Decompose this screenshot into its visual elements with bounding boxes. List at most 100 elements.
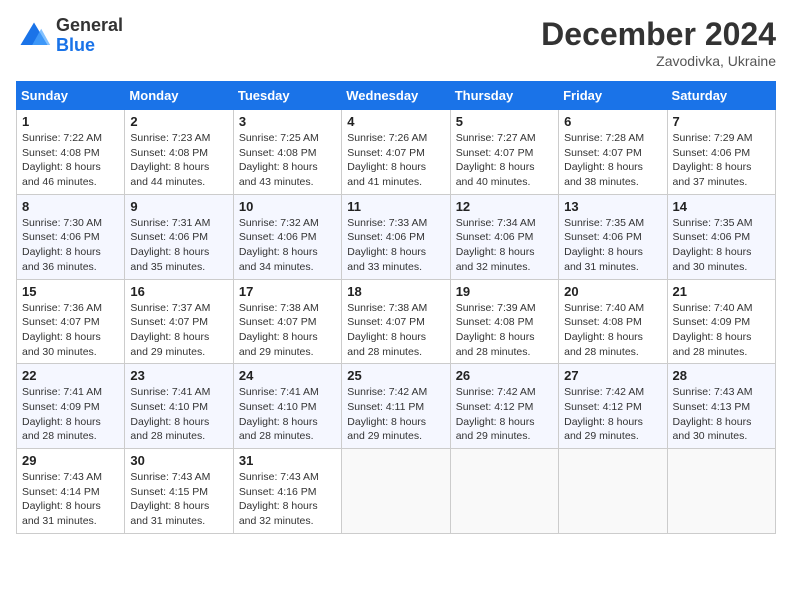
calendar-cell: 19 Sunrise: 7:39 AMSunset: 4:08 PMDaylig… [450,279,558,364]
location-subtitle: Zavodivka, Ukraine [541,53,776,69]
day-header-saturday: Saturday [667,82,775,110]
calendar-cell: 31 Sunrise: 7:43 AMSunset: 4:16 PMDaylig… [233,449,341,534]
day-info: Sunrise: 7:27 AMSunset: 4:07 PMDaylight:… [456,131,553,190]
calendar-cell: 5 Sunrise: 7:27 AMSunset: 4:07 PMDayligh… [450,110,558,195]
day-info: Sunrise: 7:37 AMSunset: 4:07 PMDaylight:… [130,301,227,360]
calendar-cell: 10 Sunrise: 7:32 AMSunset: 4:06 PMDaylig… [233,194,341,279]
calendar-cell: 12 Sunrise: 7:34 AMSunset: 4:06 PMDaylig… [450,194,558,279]
day-info: Sunrise: 7:38 AMSunset: 4:07 PMDaylight:… [239,301,336,360]
day-number: 25 [347,368,444,383]
day-number: 20 [564,284,661,299]
day-info: Sunrise: 7:30 AMSunset: 4:06 PMDaylight:… [22,216,119,275]
day-info: Sunrise: 7:41 AMSunset: 4:10 PMDaylight:… [130,385,227,444]
day-header-thursday: Thursday [450,82,558,110]
calendar-cell: 14 Sunrise: 7:35 AMSunset: 4:06 PMDaylig… [667,194,775,279]
calendar-cell: 26 Sunrise: 7:42 AMSunset: 4:12 PMDaylig… [450,364,558,449]
calendar-cell: 1 Sunrise: 7:22 AMSunset: 4:08 PMDayligh… [17,110,125,195]
calendar-cell [450,449,558,534]
calendar-cell: 15 Sunrise: 7:36 AMSunset: 4:07 PMDaylig… [17,279,125,364]
day-info: Sunrise: 7:35 AMSunset: 4:06 PMDaylight:… [673,216,770,275]
title-block: December 2024 Zavodivka, Ukraine [541,16,776,69]
day-info: Sunrise: 7:34 AMSunset: 4:06 PMDaylight:… [456,216,553,275]
day-number: 9 [130,199,227,214]
calendar-cell: 2 Sunrise: 7:23 AMSunset: 4:08 PMDayligh… [125,110,233,195]
day-header-monday: Monday [125,82,233,110]
day-info: Sunrise: 7:41 AMSunset: 4:10 PMDaylight:… [239,385,336,444]
calendar-table: SundayMondayTuesdayWednesdayThursdayFrid… [16,81,776,534]
day-number: 13 [564,199,661,214]
day-info: Sunrise: 7:41 AMSunset: 4:09 PMDaylight:… [22,385,119,444]
calendar-cell: 7 Sunrise: 7:29 AMSunset: 4:06 PMDayligh… [667,110,775,195]
day-number: 28 [673,368,770,383]
day-info: Sunrise: 7:43 AMSunset: 4:13 PMDaylight:… [673,385,770,444]
day-header-friday: Friday [559,82,667,110]
day-number: 1 [22,114,119,129]
calendar-cell: 21 Sunrise: 7:40 AMSunset: 4:09 PMDaylig… [667,279,775,364]
day-header-sunday: Sunday [17,82,125,110]
calendar-cell: 30 Sunrise: 7:43 AMSunset: 4:15 PMDaylig… [125,449,233,534]
day-info: Sunrise: 7:31 AMSunset: 4:06 PMDaylight:… [130,216,227,275]
day-number: 5 [456,114,553,129]
calendar-cell: 17 Sunrise: 7:38 AMSunset: 4:07 PMDaylig… [233,279,341,364]
calendar-cell: 11 Sunrise: 7:33 AMSunset: 4:06 PMDaylig… [342,194,450,279]
day-info: Sunrise: 7:42 AMSunset: 4:12 PMDaylight:… [456,385,553,444]
day-number: 31 [239,453,336,468]
day-info: Sunrise: 7:26 AMSunset: 4:07 PMDaylight:… [347,131,444,190]
calendar-cell: 20 Sunrise: 7:40 AMSunset: 4:08 PMDaylig… [559,279,667,364]
day-number: 29 [22,453,119,468]
day-number: 22 [22,368,119,383]
day-info: Sunrise: 7:43 AMSunset: 4:14 PMDaylight:… [22,470,119,529]
day-info: Sunrise: 7:35 AMSunset: 4:06 PMDaylight:… [564,216,661,275]
day-info: Sunrise: 7:23 AMSunset: 4:08 PMDaylight:… [130,131,227,190]
day-number: 3 [239,114,336,129]
calendar-cell: 23 Sunrise: 7:41 AMSunset: 4:10 PMDaylig… [125,364,233,449]
logo-line1: General [56,16,123,36]
calendar-cell: 27 Sunrise: 7:42 AMSunset: 4:12 PMDaylig… [559,364,667,449]
day-number: 15 [22,284,119,299]
day-info: Sunrise: 7:43 AMSunset: 4:16 PMDaylight:… [239,470,336,529]
day-header-wednesday: Wednesday [342,82,450,110]
day-number: 23 [130,368,227,383]
day-number: 19 [456,284,553,299]
day-number: 14 [673,199,770,214]
day-number: 30 [130,453,227,468]
week-row-3: 15 Sunrise: 7:36 AMSunset: 4:07 PMDaylig… [17,279,776,364]
day-number: 16 [130,284,227,299]
logo-icon [16,18,52,54]
calendar-cell: 25 Sunrise: 7:42 AMSunset: 4:11 PMDaylig… [342,364,450,449]
calendar-cell: 29 Sunrise: 7:43 AMSunset: 4:14 PMDaylig… [17,449,125,534]
month-title: December 2024 [541,16,776,53]
day-header-tuesday: Tuesday [233,82,341,110]
calendar-cell: 16 Sunrise: 7:37 AMSunset: 4:07 PMDaylig… [125,279,233,364]
day-number: 4 [347,114,444,129]
day-info: Sunrise: 7:39 AMSunset: 4:08 PMDaylight:… [456,301,553,360]
calendar-cell: 18 Sunrise: 7:38 AMSunset: 4:07 PMDaylig… [342,279,450,364]
day-number: 10 [239,199,336,214]
calendar-cell [667,449,775,534]
calendar-cell: 28 Sunrise: 7:43 AMSunset: 4:13 PMDaylig… [667,364,775,449]
day-info: Sunrise: 7:42 AMSunset: 4:11 PMDaylight:… [347,385,444,444]
calendar-cell [342,449,450,534]
day-info: Sunrise: 7:40 AMSunset: 4:09 PMDaylight:… [673,301,770,360]
calendar-cell [559,449,667,534]
calendar-cell: 24 Sunrise: 7:41 AMSunset: 4:10 PMDaylig… [233,364,341,449]
day-info: Sunrise: 7:40 AMSunset: 4:08 PMDaylight:… [564,301,661,360]
day-info: Sunrise: 7:22 AMSunset: 4:08 PMDaylight:… [22,131,119,190]
day-info: Sunrise: 7:28 AMSunset: 4:07 PMDaylight:… [564,131,661,190]
day-number: 2 [130,114,227,129]
week-row-5: 29 Sunrise: 7:43 AMSunset: 4:14 PMDaylig… [17,449,776,534]
calendar-cell: 22 Sunrise: 7:41 AMSunset: 4:09 PMDaylig… [17,364,125,449]
day-number: 24 [239,368,336,383]
calendar-cell: 3 Sunrise: 7:25 AMSunset: 4:08 PMDayligh… [233,110,341,195]
day-info: Sunrise: 7:29 AMSunset: 4:06 PMDaylight:… [673,131,770,190]
calendar-cell: 6 Sunrise: 7:28 AMSunset: 4:07 PMDayligh… [559,110,667,195]
calendar-cell: 13 Sunrise: 7:35 AMSunset: 4:06 PMDaylig… [559,194,667,279]
day-info: Sunrise: 7:42 AMSunset: 4:12 PMDaylight:… [564,385,661,444]
calendar-cell: 9 Sunrise: 7:31 AMSunset: 4:06 PMDayligh… [125,194,233,279]
day-number: 18 [347,284,444,299]
calendar-header-row: SundayMondayTuesdayWednesdayThursdayFrid… [17,82,776,110]
week-row-2: 8 Sunrise: 7:30 AMSunset: 4:06 PMDayligh… [17,194,776,279]
day-number: 8 [22,199,119,214]
day-number: 6 [564,114,661,129]
day-info: Sunrise: 7:33 AMSunset: 4:06 PMDaylight:… [347,216,444,275]
